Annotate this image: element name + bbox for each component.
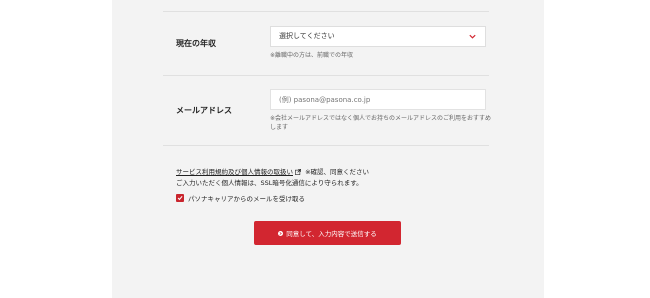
email-label: メールアドレス (176, 106, 232, 115)
submit-button[interactable]: 同意して、入力内容で送信する (254, 221, 401, 245)
divider (163, 145, 489, 146)
email-input[interactable] (270, 89, 486, 110)
income-select-value: 選択してください (279, 32, 335, 40)
arrow-circle-icon (278, 230, 284, 236)
email-note: ※会社メールアドレスではなく個人でお持ちのメールアドレスのご利用をおすすめします (270, 115, 492, 131)
optin-row[interactable]: パソナキャリアからのメールを受け取る (176, 193, 305, 203)
terms-line: サービス利用規約及び個人情報の取扱い ※確認、同意ください (176, 167, 369, 177)
income-label: 現在の年収 (176, 39, 216, 48)
submit-label: 同意して、入力内容で送信する (286, 230, 377, 238)
income-select[interactable]: 選択してください (270, 26, 486, 47)
optin-checkbox[interactable] (176, 194, 184, 202)
external-link-icon (295, 169, 301, 175)
income-note: ※離職中の方は、前職での年収 (270, 52, 354, 59)
chevron-down-icon (469, 34, 476, 39)
optin-label: パソナキャリアからのメールを受け取る (188, 195, 305, 203)
check-icon (177, 196, 183, 201)
divider (163, 11, 489, 12)
terms-confirm: ※確認、同意ください (305, 168, 370, 176)
ssl-notice: ご入力いただく個人情報は、SSL暗号化通信により守られます。 (176, 179, 363, 187)
terms-link[interactable]: サービス利用規約及び個人情報の取扱い (176, 168, 293, 176)
divider (163, 75, 489, 76)
